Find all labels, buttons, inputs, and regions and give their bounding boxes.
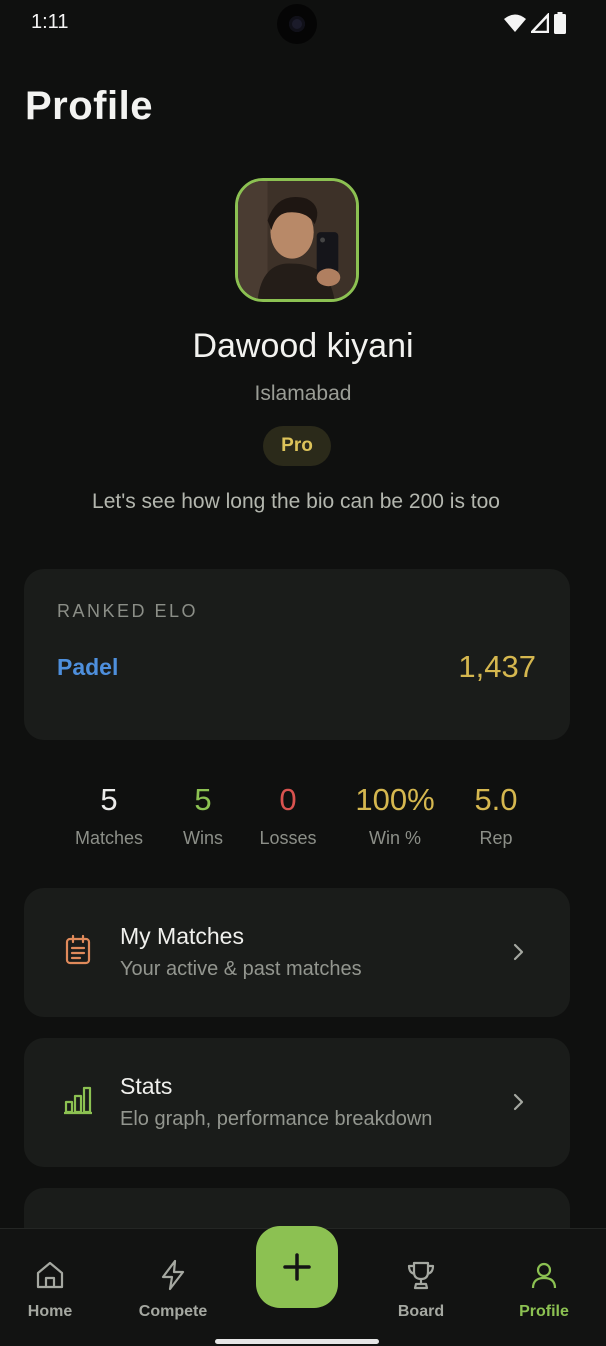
stats-button[interactable]: Stats Elo graph, performance breakdown [24,1038,570,1167]
signal-icon [531,13,549,33]
menu-subtitle: Elo graph, performance breakdown [120,1108,433,1130]
elo-sport: Padel [57,654,119,680]
bar-chart-icon [64,1086,92,1115]
nav-profile[interactable]: Profile [494,1259,594,1321]
user-city: Islamabad [254,382,352,405]
wifi-icon [504,14,526,32]
nav-label: Home [27,1303,73,1320]
my-matches-button[interactable]: My Matches Your active & past matches [24,888,570,1017]
elo-heading: RANKED ELO [57,601,199,621]
nav-compete[interactable]: Compete [123,1259,223,1321]
nav-home[interactable]: Home [0,1259,100,1321]
create-button[interactable] [256,1226,338,1308]
avatar-photo [238,181,356,299]
stats-row: 5 Matches 5 Wins 0 Losses 100% Win % 5.0… [0,778,606,858]
home-icon [36,1261,64,1289]
status-icons [504,12,566,34]
clipboard-icon [65,934,91,965]
chevron-right-icon [513,943,524,961]
stat-label: Win % [368,828,421,848]
ranked-elo-card: RANKED ELO Padel 1,437 [24,569,570,740]
stat-value: 0 [279,782,297,817]
menu-title: Stats [120,1073,173,1099]
stat-losses: 0 Losses [233,778,343,849]
trophy-icon [407,1261,435,1290]
status-bar: 1:11 [0,0,606,48]
user-bio: Let's see how long the bio can be 200 is… [92,490,500,513]
stat-rep: 5.0 Rep [441,778,551,849]
stat-label: Rep [479,828,513,848]
user-name: Dawood kiyani [192,327,414,365]
stat-value: 100% [355,782,435,817]
person-icon [531,1262,557,1289]
home-indicator [215,1339,379,1344]
nav-board[interactable]: Board [371,1259,471,1321]
page-title: Profile [25,84,153,128]
stat-value: 5.0 [474,782,518,817]
status-time: 1:11 [31,11,69,33]
nav-label: Profile [519,1303,569,1320]
stat-win-percent: 100% Win % [340,778,450,849]
tier-badge: Pro [263,426,331,466]
nav-label: Compete [138,1303,208,1320]
plus-icon [283,1253,311,1281]
chevron-right-icon [513,1093,524,1111]
menu-subtitle: Your active & past matches [120,958,362,980]
stat-label: Losses [259,828,317,848]
battery-icon [554,12,566,34]
menu-title: My Matches [120,923,244,949]
camera-cutout [277,4,317,44]
elo-value: 1,437 [458,649,536,684]
lightning-icon [161,1259,185,1291]
avatar[interactable] [235,178,359,302]
bottom-nav: Home Compete Board Profile [0,1226,606,1346]
nav-label: Board [397,1303,445,1320]
